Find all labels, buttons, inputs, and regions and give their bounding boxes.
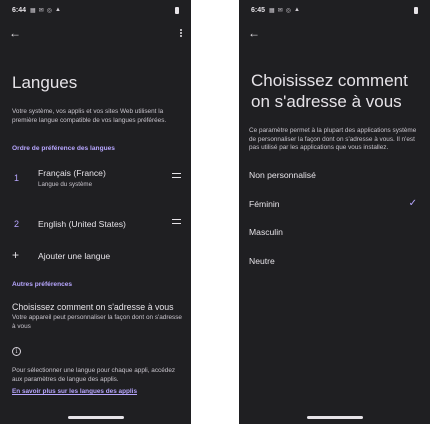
battery-icon [175,6,179,14]
add-icon: + [12,248,20,262]
mail-icon: ✉ [277,7,283,14]
address-setting-title[interactable]: Choisissez comment on s'adresse à vous [12,302,174,312]
option-neutre[interactable]: Neutre [249,256,420,270]
back-arrow-icon[interactable]: ← [9,27,23,39]
notification-icon: ▦ [269,7,275,14]
drag-handle-icon[interactable] [172,173,181,178]
languages-screen: 6:44 ▦ ✉ ◎ ▲ ← Langues Votre système, vo… [0,0,191,424]
add-language-label: Ajouter une langue [38,251,111,261]
option-label: Féminin [249,199,280,209]
learn-more-link[interactable]: En savoir plus sur les langues des appli… [12,388,137,395]
signal-icon: ▲ [54,6,61,13]
intro-text: Votre système, vos applis et vos sites W… [12,108,167,124]
option-label: Masculin [249,227,283,237]
language-rank: 1 [14,173,20,183]
address-form-screen: 6:45 ▦ ✉ ◎ ▲ ← Choisissez comment on s'a… [239,0,430,424]
option-label: Non personnalisé [249,170,316,180]
battery-icon [414,6,418,14]
status-icons: ▦ ✉ ◎ ▲ [269,7,300,14]
language-item-english[interactable]: 2 English (United States) [12,218,183,244]
description-text: Ce paramètre permet à la plupart des app… [249,127,417,152]
language-name: English (United States) [38,219,126,229]
language-rank: 2 [14,219,20,229]
back-arrow-icon[interactable]: ← [248,27,262,39]
section-header-order: Ordre de préférence des langues [12,145,115,152]
check-icon: ✓ [408,198,417,209]
more-options-icon[interactable] [178,27,184,39]
option-label: Neutre [249,256,275,266]
option-masculin[interactable]: Masculin [249,227,420,241]
add-language-button[interactable]: + Ajouter une langue [12,248,182,264]
status-bar: 6:45 ▦ ✉ ◎ ▲ [251,5,418,15]
status-bar: 6:44 ▦ ✉ ◎ ▲ [12,5,179,15]
language-name: Français (France) [38,168,106,178]
sync-icon: ◎ [285,7,291,14]
info-icon: i [12,347,21,356]
gesture-nav-bar[interactable] [67,416,124,419]
gesture-nav-bar[interactable] [306,416,363,419]
section-header-other: Autres préférences [12,281,73,288]
status-time: 6:45 [251,6,266,14]
address-setting-description: Votre appareil peut personnaliser la faç… [12,314,182,330]
page-title: Langues [12,73,78,92]
sync-icon: ◎ [46,7,52,14]
mail-icon: ✉ [38,7,44,14]
status-time: 6:44 [12,6,27,14]
language-subtitle: Langue du système [38,181,93,188]
status-icons: ▦ ✉ ◎ ▲ [30,7,61,14]
language-item-french[interactable]: 1 Français (France) Langue du système [12,168,183,194]
drag-handle-icon[interactable] [172,219,181,224]
notification-icon: ▦ [30,7,36,14]
option-feminin[interactable]: Féminin ✓ [249,198,420,213]
option-non-personnalise[interactable]: Non personnalisé [249,170,420,184]
info-text: Pour sélectionner une langue pour chaque… [12,367,176,383]
signal-icon: ▲ [293,6,300,13]
page-title: Choisissez comment on s'adresse à vous [251,71,408,111]
